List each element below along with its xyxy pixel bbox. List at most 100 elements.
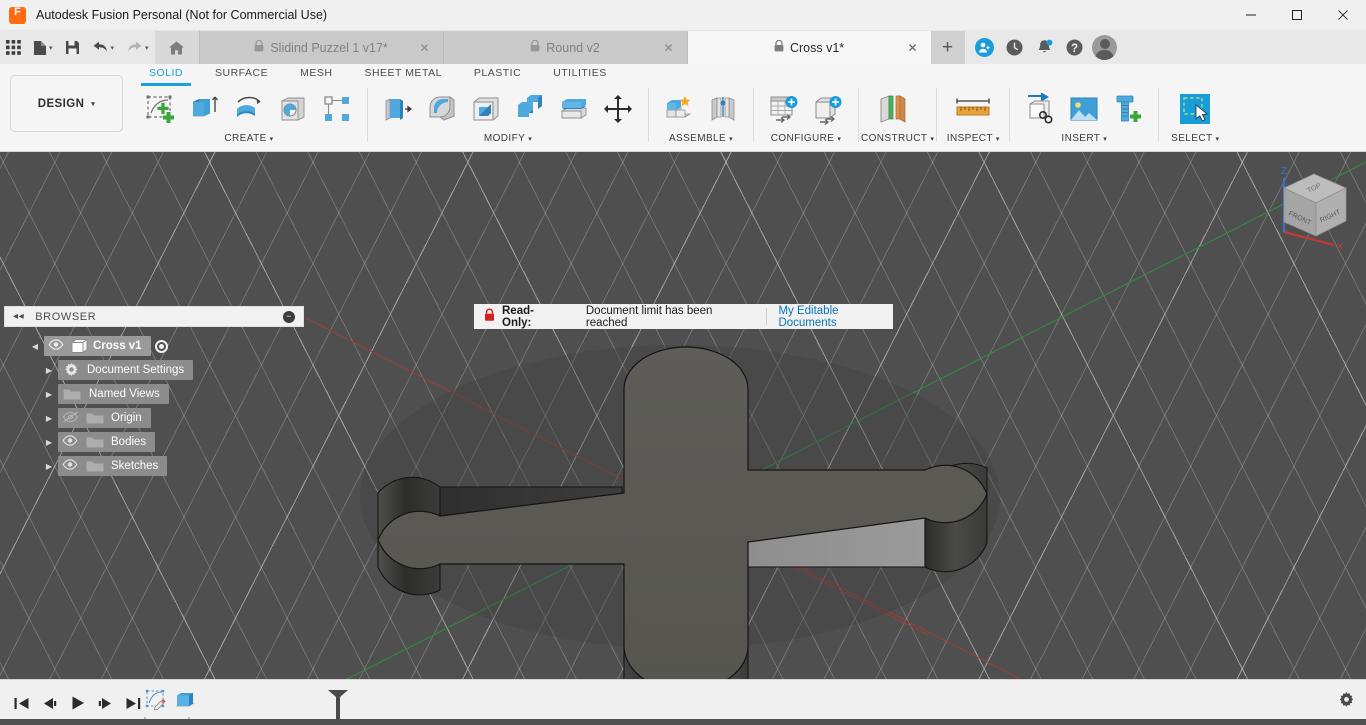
3d-viewport[interactable]: Read-Only: Document limit has been reach… — [0, 152, 1366, 679]
group-separator — [858, 88, 859, 142]
expand-arrow-icon[interactable]: ▶ — [40, 414, 58, 423]
create-sketch-icon[interactable] — [139, 88, 183, 130]
expand-arrow-icon[interactable]: ▶ — [40, 438, 58, 447]
joint-icon[interactable] — [701, 88, 745, 130]
expand-arrow-icon[interactable]: ▶ — [40, 390, 58, 399]
browser-item-origin[interactable]: ▶ Origin — [4, 406, 304, 430]
browser-minimize-icon[interactable]: − — [283, 310, 295, 323]
document-tab-2[interactable]: Round v2 ✕ — [442, 31, 687, 64]
chevron-down-icon: ▾ — [269, 136, 274, 143]
extrude-icon[interactable] — [183, 88, 227, 130]
undo-caret-icon[interactable]: ▾ — [111, 44, 115, 52]
new-document-caret-icon[interactable]: ▾ — [49, 44, 53, 52]
timeline-settings-gear-icon[interactable] — [1338, 692, 1355, 714]
minimize-button[interactable] — [1228, 0, 1274, 31]
job-status-clock-icon[interactable] — [1001, 34, 1029, 62]
shell-icon[interactable] — [464, 88, 508, 130]
new-tab-button[interactable]: + — [930, 31, 965, 64]
undo-icon[interactable]: ▾ — [86, 31, 121, 64]
new-component-icon[interactable] — [657, 88, 701, 130]
ribbon-group-create-label[interactable]: CREATE ▾ — [133, 132, 365, 148]
group-separator — [753, 88, 754, 142]
browser-item-sketches[interactable]: ▶ Sketches — [4, 454, 304, 478]
maximize-button[interactable] — [1274, 0, 1320, 31]
ribbon-group-insert-label[interactable]: INSERT ▾ — [1012, 132, 1156, 148]
press-pull-icon[interactable] — [376, 88, 420, 130]
ribbon-group-construct: CONSTRUCT ▾ — [861, 86, 934, 150]
help-icon[interactable]: ? — [1061, 34, 1089, 62]
my-editable-documents-link[interactable]: My Editable Documents — [778, 305, 893, 329]
pattern-icon[interactable] — [315, 88, 359, 130]
hole-icon[interactable] — [271, 88, 315, 130]
user-avatar[interactable] — [1091, 34, 1119, 62]
visibility-eye-icon[interactable] — [58, 435, 82, 449]
redo-icon[interactable]: ▾ — [120, 31, 155, 64]
offset-plane-icon[interactable] — [867, 88, 921, 130]
browser-item-bodies[interactable]: ▶ Bodies — [4, 430, 304, 454]
add-person-icon[interactable] — [971, 34, 999, 62]
grid-apps-icon[interactable] — [0, 31, 27, 64]
save-icon[interactable] — [59, 31, 86, 64]
visibility-eye-icon[interactable] — [44, 339, 68, 353]
tab-utilities[interactable]: UTILITIES — [537, 64, 623, 86]
tab-sheet-metal[interactable]: SHEET METAL — [348, 64, 457, 86]
workspace-switcher-button[interactable]: DESIGN ▾ — [10, 75, 123, 132]
expand-arrow-icon[interactable]: ▶ — [40, 366, 58, 375]
insert-derive-icon[interactable] — [1018, 88, 1062, 130]
ribbon-groups: CREATE ▾ MODIFY ▾ ASSEMBLE ▾ CONFIGURE ▾… — [133, 86, 1366, 152]
step-back-button[interactable] — [36, 690, 62, 716]
document-tab-1[interactable]: Slidind Puzzel 1 v17* ✕ — [198, 31, 443, 64]
browser-item-label: Cross v1 — [93, 340, 142, 352]
fillet-icon[interactable] — [420, 88, 464, 130]
redo-caret-icon[interactable]: ▾ — [145, 44, 149, 52]
configure-feature-icon[interactable] — [806, 88, 850, 130]
tab-mesh[interactable]: MESH — [284, 64, 348, 86]
timeline-feature-extrude[interactable] — [172, 686, 202, 716]
timeline-feature-sketch[interactable] — [142, 686, 172, 716]
expand-arrow-icon[interactable]: ◀ — [26, 342, 44, 351]
browser-item-document-settings[interactable]: ▶ Document Settings — [4, 358, 304, 382]
expand-arrow-icon[interactable]: ▶ — [40, 462, 58, 471]
document-tab-2-close-icon[interactable]: ✕ — [663, 41, 673, 55]
tab-plastic[interactable]: PLASTIC — [458, 64, 537, 86]
ribbon-group-construct-label[interactable]: CONSTRUCT ▾ — [861, 132, 934, 148]
document-tab-3[interactable]: Cross v1* ✕ — [686, 31, 931, 64]
ribbon-group-configure-label[interactable]: CONFIGURE ▾ — [756, 132, 856, 148]
home-icon[interactable] — [154, 31, 199, 64]
browser-title: BROWSER — [35, 310, 97, 323]
step-forward-button[interactable] — [92, 690, 118, 716]
configuration-table-icon[interactable] — [762, 88, 806, 130]
select-window-icon[interactable] — [1167, 88, 1223, 130]
browser-item-cross-v1[interactable]: ◀ Cross v1 — [4, 334, 304, 358]
timeline-features — [142, 686, 348, 725]
document-tab-1-close-icon[interactable]: ✕ — [419, 41, 429, 55]
combine-icon[interactable] — [508, 88, 552, 130]
insert-image-icon[interactable] — [1062, 88, 1106, 130]
ribbon-group-inspect-label[interactable]: INSPECT ▾ — [939, 132, 1007, 148]
collapse-browser-icon[interactable]: ◂◂ — [13, 311, 24, 322]
lock-icon — [484, 308, 495, 325]
move-copy-icon[interactable] — [596, 88, 640, 130]
play-button[interactable] — [64, 690, 90, 716]
tab-surface[interactable]: SURFACE — [199, 64, 284, 86]
revolve-icon[interactable] — [227, 88, 271, 130]
ribbon-group-modify-label[interactable]: MODIFY ▾ — [370, 132, 646, 148]
insert-mcmaster-part-icon[interactable] — [1106, 88, 1150, 130]
activate-component-icon[interactable] — [151, 339, 173, 353]
notifications-bell-icon[interactable] — [1031, 34, 1059, 62]
ribbon-group-assemble-label[interactable]: ASSEMBLE ▾ — [651, 132, 751, 148]
new-document-icon[interactable]: ▾ — [27, 31, 59, 64]
measure-icon[interactable] — [945, 88, 1001, 130]
go-to-beginning-button[interactable] — [8, 690, 34, 716]
folder-icon — [82, 435, 108, 449]
document-tab-3-close-icon[interactable]: ✕ — [907, 41, 917, 55]
ribbon-group-modify: MODIFY ▾ — [370, 86, 646, 150]
visibility-eye-icon[interactable] — [58, 459, 82, 473]
tab-solid[interactable]: SOLID — [133, 64, 199, 86]
browser-item-named-views[interactable]: ▶ Named Views — [4, 382, 304, 406]
ribbon-group-select-label[interactable]: SELECT ▾ — [1161, 132, 1229, 148]
close-button[interactable] — [1320, 0, 1366, 31]
visibility-eye-off-icon[interactable] — [58, 411, 82, 426]
view-cube[interactable]: Z X TOP FRONT RIGHT — [1268, 160, 1360, 253]
offset-face-icon[interactable] — [552, 88, 596, 130]
